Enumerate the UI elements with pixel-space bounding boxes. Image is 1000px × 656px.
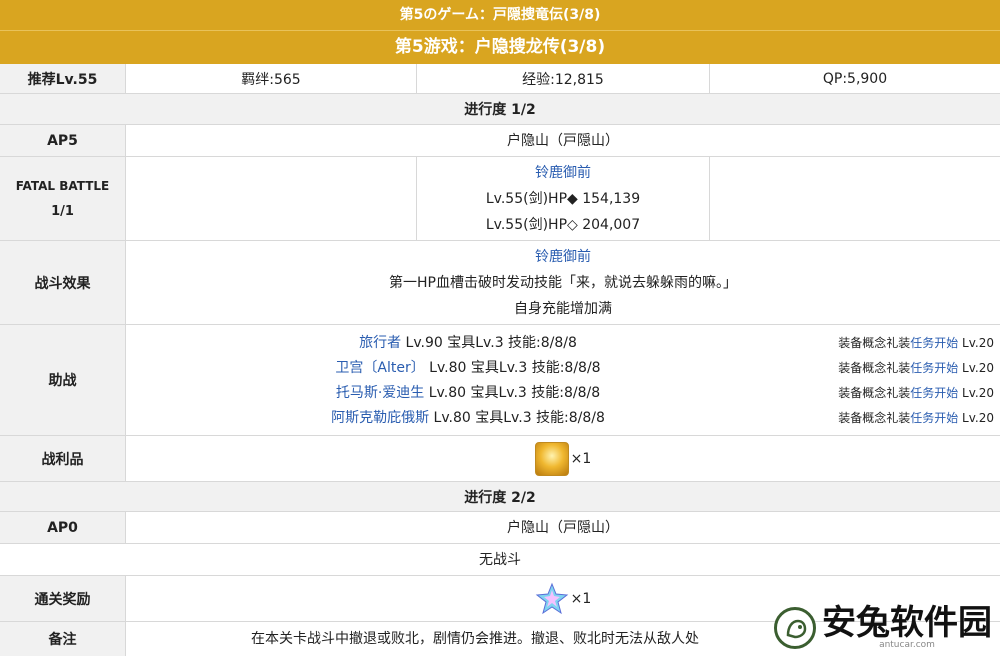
- loot-label: 战利品: [0, 436, 126, 481]
- battle-effect-row: 战斗效果 铃鹿御前 第一HP血槽击破时发动技能「来，就说去躲躲雨的嘛。」 自身充…: [0, 241, 1000, 325]
- ce-level: Lv.20: [958, 335, 994, 350]
- support-stats: Lv.80 宝具Lv.3 技能:8/8/8: [424, 384, 601, 401]
- support-stats: Lv.80 宝具Lv.3 技能:8/8/8: [429, 409, 605, 426]
- support-item: 阿斯克勒庇俄斯 Lv.80 宝具Lv.3 技能:8/8/8 装备概念礼装任务开始…: [126, 405, 1000, 430]
- ce-link[interactable]: 任务开始: [910, 411, 958, 425]
- support-item: 托马斯·爱迪生 Lv.80 宝具Lv.3 技能:8/8/8 装备概念礼装任务开始…: [126, 380, 1000, 405]
- enemy-slot-right: [710, 157, 1000, 240]
- support-servant-link[interactable]: 卫宫〔Alter〕: [335, 360, 424, 376]
- ce-level: Lv.20: [958, 360, 994, 375]
- site-watermark: 安兔软件园 antucar.com: [774, 606, 992, 650]
- support-item: 旅行者 Lv.90 宝具Lv.3 技能:8/8/8 装备概念礼装任务开始 Lv.…: [126, 330, 1000, 355]
- quest-title-cn: 第5游戏：户隐搜龙传(3/8): [394, 37, 606, 57]
- loot-row: 战利品 ×1: [0, 436, 1000, 482]
- gold-statue-icon[interactable]: [534, 441, 569, 476]
- no-battle-text: 无战斗: [479, 551, 521, 568]
- ce-prefix: 装备概念礼装: [838, 385, 911, 400]
- enemy-slot-left: [126, 157, 417, 240]
- location-1: 户隐山（戸隠山）: [507, 132, 619, 149]
- fatal-battle-count: 1/1: [51, 203, 74, 219]
- ce-link[interactable]: 任务开始: [910, 386, 958, 400]
- notes-label: 备注: [0, 622, 126, 656]
- ce-prefix: 装备概念礼装: [838, 360, 911, 375]
- quest-header: 第5のゲーム：戸隠捜竜伝(3/8) 第5游戏：户隐搜龙传(3/8): [0, 0, 1000, 64]
- loot-content: ×1: [126, 436, 1000, 481]
- support-row: 助战 旅行者 Lv.90 宝具Lv.3 技能:8/8/8 装备概念礼装任务开始 …: [0, 325, 1000, 436]
- qp-value: QP:5,900: [822, 70, 888, 87]
- bond-value: 羁绊:565: [126, 64, 417, 93]
- enemy-slot-center: 铃鹿御前 Lv.55(剑)HP◆ 154,139 Lv.55(剑)HP◇ 204…: [417, 157, 710, 240]
- loot-count: ×1: [570, 450, 592, 467]
- battle-effect-label: 战斗效果: [0, 241, 126, 324]
- effect-line-2: 自身充能增加满: [514, 300, 612, 317]
- effect-enemy-link[interactable]: 铃鹿御前: [535, 244, 591, 270]
- enemy-name-link[interactable]: 铃鹿御前: [535, 160, 591, 186]
- ce-link[interactable]: 任务开始: [910, 336, 958, 350]
- ap-row-2: AP0 户隐山（戸隠山）: [0, 512, 1000, 544]
- ce-level: Lv.20: [958, 410, 994, 425]
- quest-title-jp: 第5のゲーム：戸隠捜竜伝(3/8): [0, 0, 1000, 31]
- ce-link[interactable]: 任务开始: [910, 361, 958, 375]
- enemy-hp-1: Lv.55(剑)HP◆ 154,139: [485, 190, 641, 207]
- progress-1-header: 进行度 1/2: [0, 94, 1000, 125]
- ap-label-2: AP0: [0, 512, 126, 543]
- exp-value: 经验:12,815: [417, 64, 710, 93]
- summary-row: 推荐Lv.55 羁绊:565 经验:12,815 QP:5,900: [0, 64, 1000, 94]
- ce-level: Lv.20: [958, 385, 994, 400]
- support-stats: Lv.80 宝具Lv.3 技能:8/8/8: [424, 359, 601, 376]
- support-servant-link[interactable]: 托马斯·爱迪生: [336, 385, 424, 401]
- enemy-hp-2: Lv.55(剑)HP◇ 204,007: [485, 216, 641, 233]
- battle-effect-content: 铃鹿御前 第一HP血槽击破时发动技能「来，就说去躲躲雨的嘛。」 自身充能增加满: [126, 241, 1000, 324]
- support-servant-link[interactable]: 阿斯克勒庇俄斯: [331, 410, 429, 426]
- saint-quartz-icon[interactable]: [535, 582, 569, 616]
- clear-reward-label: 通关奖励: [0, 576, 126, 621]
- progress-2-header: 进行度 2/2: [0, 482, 1000, 512]
- fatal-battle-text: FATAL BATTLE: [15, 178, 110, 193]
- ap-label-1: AP5: [0, 125, 126, 156]
- location-2: 户隐山（戸隠山）: [507, 519, 619, 536]
- fatal-battle-label: FATAL BATTLE 1/1: [0, 157, 126, 240]
- ce-prefix: 装备概念礼装: [838, 335, 911, 350]
- rabbit-logo-icon: [774, 607, 816, 649]
- ap-row-1: AP5 户隐山（戸隠山）: [0, 125, 1000, 157]
- effect-line-1: 第一HP血槽击破时发动技能「来，就说去躲躲雨的嘛。」: [389, 274, 737, 291]
- fatal-battle-row: FATAL BATTLE 1/1 铃鹿御前 Lv.55(剑)HP◆ 154,13…: [0, 157, 1000, 241]
- support-item: 卫宫〔Alter〕 Lv.80 宝具Lv.3 技能:8/8/8 装备概念礼装任务…: [126, 355, 1000, 380]
- recommended-level: 推荐Lv.55: [0, 64, 126, 93]
- no-battle-row: 无战斗: [0, 544, 1000, 576]
- progress-2-title: 进行度 2/2: [464, 489, 536, 506]
- support-list: 旅行者 Lv.90 宝具Lv.3 技能:8/8/8 装备概念礼装任务开始 Lv.…: [126, 325, 1000, 435]
- watermark-text: 安兔软件园: [822, 603, 992, 643]
- clear-reward-count: ×1: [570, 590, 592, 607]
- support-label: 助战: [0, 325, 126, 435]
- support-stats: Lv.90 宝具Lv.3 技能:8/8/8: [401, 334, 577, 351]
- progress-1-title: 进行度 1/2: [464, 102, 536, 118]
- support-servant-link[interactable]: 旅行者: [359, 335, 401, 351]
- ce-prefix: 装备概念礼装: [838, 410, 911, 425]
